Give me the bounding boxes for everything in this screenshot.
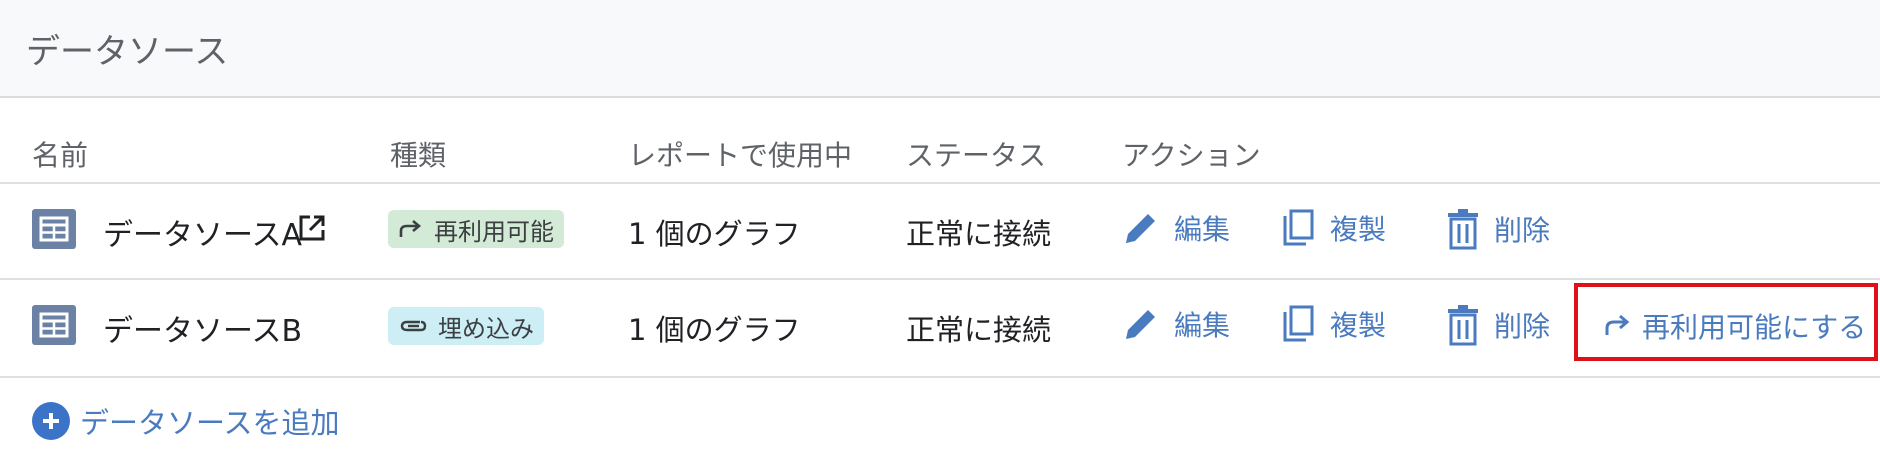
data-sources-panel: データソース 名前 種類 レポートで使用中 ステータス アクション データソース… <box>0 0 1880 466</box>
highlight-annotation-box <box>1574 283 1878 361</box>
column-header-in-use: レポートで使用中 <box>628 139 853 172</box>
in-use-count: 1 個のグラフ <box>628 217 801 251</box>
attachment-clip-icon <box>398 316 428 336</box>
table-icon <box>32 305 76 345</box>
connection-status: 正常に接続 <box>906 217 1052 251</box>
edit-button[interactable]: 編集 <box>1122 208 1230 248</box>
type-chip-embedded: 埋め込み <box>388 307 544 345</box>
pencil-icon <box>1122 305 1160 343</box>
delete-button-label: 削除 <box>1494 310 1551 343</box>
duplicate-button-label: 複製 <box>1330 213 1387 246</box>
trash-icon <box>1446 208 1480 250</box>
delete-button[interactable]: 削除 <box>1446 304 1550 346</box>
duplicate-button[interactable]: 複製 <box>1282 208 1386 248</box>
panel-header: データソース <box>0 0 1880 98</box>
table-icon <box>32 209 76 249</box>
type-chip-reusable: 再利用可能 <box>388 210 564 248</box>
type-chip-label: 再利用可能 <box>434 217 554 246</box>
edit-button-label: 編集 <box>1174 213 1231 246</box>
open-in-new-icon[interactable] <box>298 214 326 246</box>
column-header-name: 名前 <box>32 139 89 172</box>
edit-button-label: 編集 <box>1174 309 1231 342</box>
delete-button[interactable]: 削除 <box>1446 208 1550 250</box>
in-use-count: 1 個のグラフ <box>628 313 801 347</box>
column-header-actions: アクション <box>1122 139 1261 172</box>
duplicate-button[interactable]: 複製 <box>1282 304 1386 344</box>
delete-button-label: 削除 <box>1494 214 1551 247</box>
duplicate-button-label: 複製 <box>1330 309 1387 342</box>
type-chip-label: 埋め込み <box>438 314 534 343</box>
edit-button[interactable]: 編集 <box>1122 304 1230 344</box>
row-divider <box>0 182 1880 184</box>
share-arrow-icon <box>398 219 424 239</box>
add-data-source-button[interactable]: データソースを追加 <box>32 400 340 442</box>
column-header-status: ステータス <box>906 139 1047 172</box>
data-source-name-link[interactable]: データソースA <box>103 210 302 254</box>
add-data-source-label: データソースを追加 <box>80 406 340 440</box>
plus-circle-icon <box>32 402 70 440</box>
row-divider <box>0 278 1880 280</box>
copy-icon <box>1282 304 1316 344</box>
copy-icon <box>1282 208 1316 248</box>
connection-status: 正常に接続 <box>906 313 1052 347</box>
data-source-name[interactable]: データソースB <box>103 306 302 350</box>
trash-icon <box>1446 304 1480 346</box>
pencil-icon <box>1122 209 1160 247</box>
page-title: データソース <box>26 32 229 72</box>
column-header-type: 種類 <box>390 139 447 172</box>
row-divider <box>0 376 1880 378</box>
